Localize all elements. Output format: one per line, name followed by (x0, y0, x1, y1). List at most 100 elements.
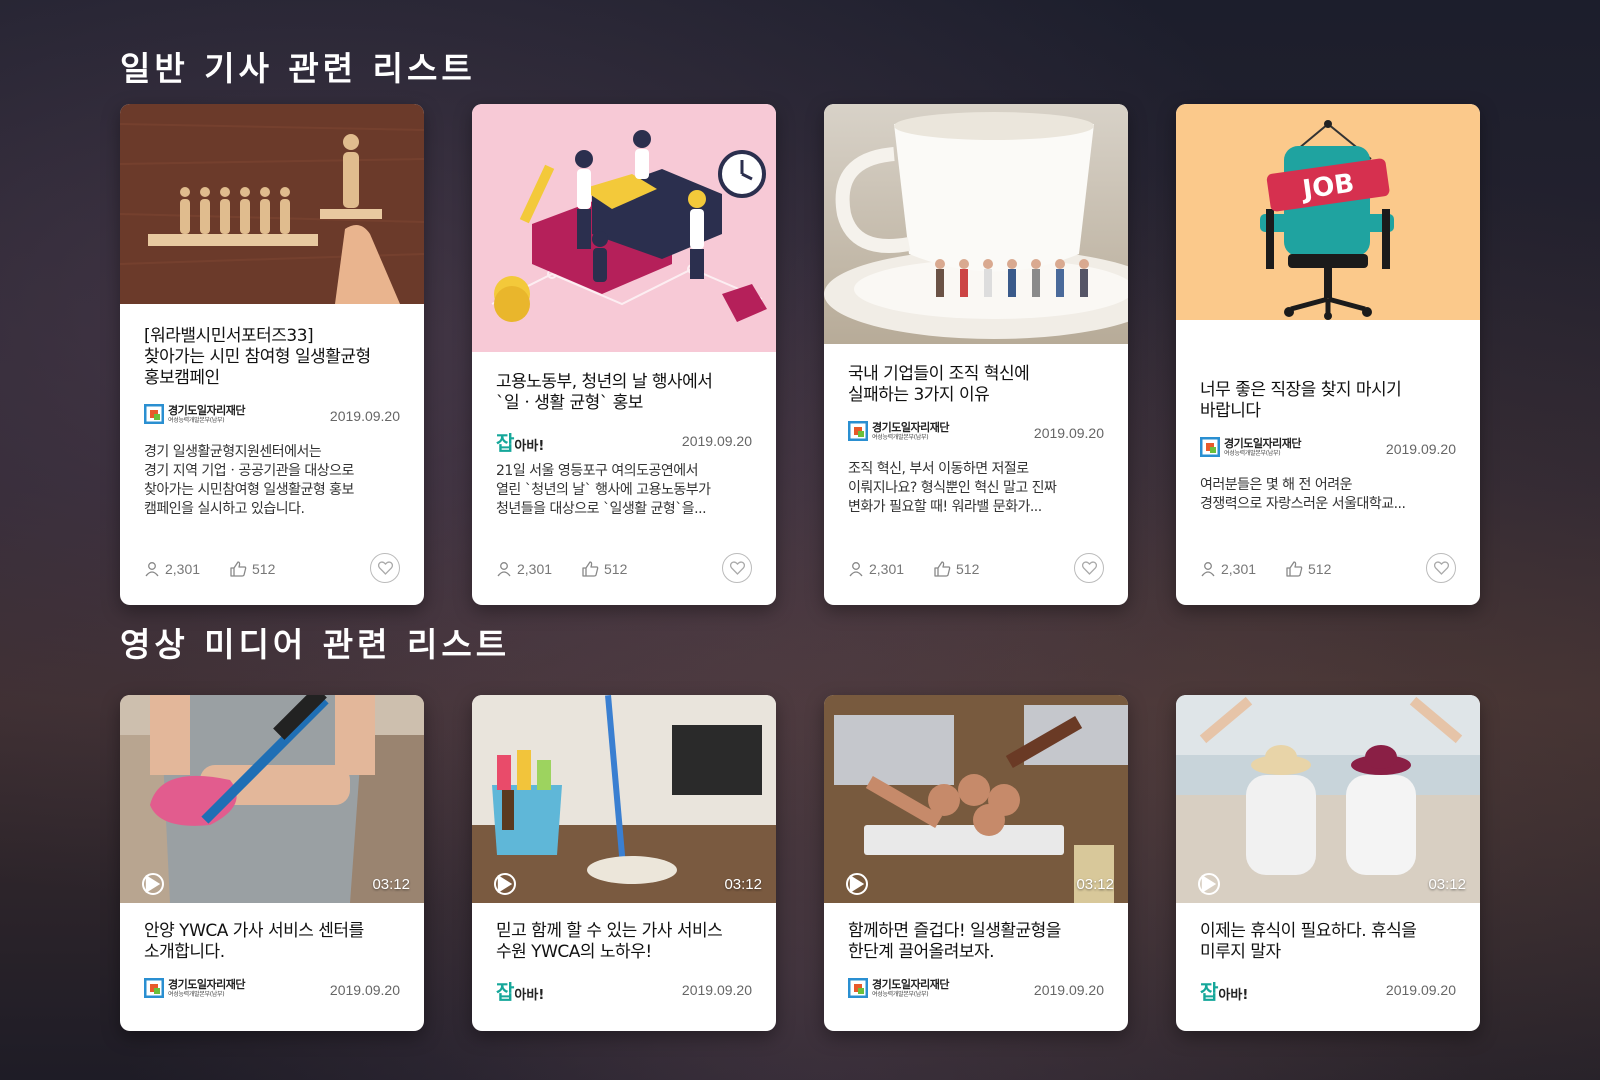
logo-mark-icon (144, 404, 164, 424)
video-title[interactable]: 안양 YWCA 가사 서비스 센터를 소개합니다. (144, 921, 400, 963)
article-thumbnail[interactable] (120, 104, 424, 304)
likes-stat: 512 (230, 561, 275, 577)
likes-stat: 512 (1286, 561, 1331, 577)
video-duration: 03:12 (372, 876, 410, 893)
favorite-button[interactable] (1074, 553, 1104, 583)
publisher-subname: 여성능력개발본부(남부) (872, 990, 929, 998)
article-meta: 잡아바! 2019.09.20 (496, 424, 752, 455)
article-meta: 경기도일자리재단 여성능력개발본부(남부) 2019.09.20 (144, 399, 400, 429)
views-count: 2,301 (869, 561, 905, 577)
article-thumbnail[interactable] (472, 104, 776, 352)
likes-count: 512 (1308, 561, 1332, 577)
publisher-logo: 잡아바! (496, 980, 545, 1004)
media-section-title: 영상 미디어 관련 리스트 (120, 625, 511, 664)
publisher-name: 경기도일자리재단 (168, 403, 245, 417)
likes-count: 512 (604, 561, 628, 577)
article-stats: 2,301 512 (848, 553, 1104, 585)
video-title[interactable]: 믿고 함께 할 수 있는 가사 서비스 수원 YWCA의 노하우! (496, 921, 752, 963)
thumbs-up-icon (1286, 561, 1303, 577)
publisher-logo: 경기도일자리재단 여성능력개발본부(남부) (144, 975, 245, 1001)
article-description: 조직 혁신, 부서 이동하면 저절로 이뤄지나요? 형식뿐인 혁신 말고 진짜 … (848, 461, 1057, 515)
video-meta: 경기도일자리재단 여성능력개발본부(남부) 2019.09.20 (144, 973, 400, 1003)
views-stat: 2,301 (144, 561, 200, 577)
video-card[interactable]: 03:12 함께하면 즐겁다! 일생활균형을 한단계 끌어올려보자. 경기도일자… (824, 695, 1128, 1031)
likes-count: 512 (956, 561, 980, 577)
play-button[interactable] (846, 873, 868, 895)
views-stat: 2,301 (848, 561, 904, 577)
logo-mark-icon (1200, 437, 1220, 457)
video-meta: 잡아바! 2019.09.20 (496, 973, 752, 1004)
publisher-logo: 잡아바! (1200, 980, 1249, 1004)
article-title[interactable]: 너무 좋은 직장을 찾지 마시기 바랍니다 (1200, 380, 1456, 422)
video-card[interactable]: 03:12 믿고 함께 할 수 있는 가사 서비스 수원 YWCA의 노하우! … (472, 695, 776, 1031)
video-meta: 잡아바! 2019.09.20 (1200, 973, 1456, 1004)
video-thumbnail[interactable]: 03:12 (120, 695, 424, 903)
user-icon (849, 562, 863, 577)
article-description: 여러분들은 몇 해 전 어려운 경쟁력으로 자랑스러운 서울대학교... (1200, 477, 1406, 512)
publisher-subname: 여성능력개발본부(남부) (872, 433, 929, 441)
video-title[interactable]: 이제는 휴식이 필요하다. 휴식을 미루지 말자 (1200, 921, 1456, 963)
article-title[interactable]: [워라밸시민서포터즈33] 찾아가는 시민 참여형 일생활균형 홍보캠페인 (144, 326, 400, 389)
video-title[interactable]: 함께하면 즐겁다! 일생활균형을 한단계 끌어올려보자. (848, 921, 1104, 963)
publisher-name: 경기도일자리재단 (168, 977, 245, 991)
likes-stat: 512 (582, 561, 627, 577)
publisher-subname: 여성능력개발본부(남부) (1224, 449, 1281, 457)
favorite-button[interactable] (370, 553, 400, 583)
article-title[interactable]: 국내 기업들이 조직 혁신에 실패하는 3가지 이유 (848, 364, 1104, 406)
likes-count: 512 (252, 561, 276, 577)
video-thumbnail[interactable]: 03:12 (824, 695, 1128, 903)
article-thumbnail[interactable] (824, 104, 1128, 344)
heart-icon (1433, 561, 1449, 575)
logo-mark-icon (848, 421, 868, 441)
video-duration: 03:12 (724, 876, 762, 893)
thumbs-up-icon (582, 561, 599, 577)
video-date: 2019.09.20 (1033, 982, 1104, 998)
video-card[interactable]: 03:12 이제는 휴식이 필요하다. 휴식을 미루지 말자 잡아바! 2019… (1176, 695, 1480, 1031)
publisher-subname: 여성능력개발본부(남부) (168, 416, 225, 424)
article-card[interactable]: 국내 기업들이 조직 혁신에 실패하는 3가지 이유 경기도일자리재단 여성능력개… (824, 104, 1128, 605)
publisher-logo: 경기도일자리재단 여성능력개발본부(남부) (144, 401, 245, 427)
video-thumbnail[interactable]: 03:12 (472, 695, 776, 903)
user-icon (497, 562, 511, 577)
play-button[interactable] (142, 873, 164, 895)
views-count: 2,301 (1221, 561, 1257, 577)
article-date: 2019.09.20 (1385, 441, 1456, 457)
article-title[interactable]: 고용노동부, 청년의 날 행사에서 `일ㆍ생활 균형` 홍보 (496, 372, 752, 414)
views-count: 2,301 (517, 561, 553, 577)
publisher-logo: 경기도일자리재단 여성능력개발본부(남부) (1200, 434, 1301, 460)
article-meta: 경기도일자리재단 여성능력개발본부(남부) 2019.09.20 (848, 416, 1104, 446)
views-count: 2,301 (165, 561, 201, 577)
video-duration: 03:12 (1428, 876, 1466, 893)
article-stats: 2,301 512 (1200, 553, 1456, 585)
article-card[interactable]: 고용노동부, 청년의 날 행사에서 `일ㆍ생활 균형` 홍보 잡아바! 2019… (472, 104, 776, 605)
video-thumbnail[interactable]: 03:12 (1176, 695, 1480, 903)
views-stat: 2,301 (1200, 561, 1256, 577)
article-description: 경기 일생활균형지원센터에서는 경기 지역 기업ㆍ공공기관을 대상으로 찾아가는… (144, 444, 354, 517)
play-button[interactable] (1198, 873, 1220, 895)
publisher-logo: 경기도일자리재단 여성능력개발본부(남부) (848, 975, 949, 1001)
favorite-button[interactable] (1426, 553, 1456, 583)
video-card[interactable]: 03:12 안양 YWCA 가사 서비스 센터를 소개합니다. 경기도일자리재단… (120, 695, 424, 1031)
article-card[interactable]: [워라밸시민서포터즈33] 찾아가는 시민 참여형 일생활균형 홍보캠페인 경기… (120, 104, 424, 605)
play-icon (145, 875, 161, 893)
article-date: 2019.09.20 (329, 408, 400, 424)
user-icon (145, 562, 159, 577)
favorite-button[interactable] (722, 553, 752, 583)
likes-stat: 512 (934, 561, 979, 577)
logo-mark-icon (144, 978, 164, 998)
play-button[interactable] (494, 873, 516, 895)
publisher-name: 경기도일자리재단 (872, 420, 949, 434)
heart-icon (377, 561, 393, 575)
video-date: 2019.09.20 (681, 982, 752, 998)
article-stats: 2,301 512 (144, 553, 400, 585)
publisher-logo: 잡아바! (496, 431, 545, 455)
thumbs-up-icon (934, 561, 951, 577)
play-icon (497, 875, 513, 893)
article-card[interactable]: JOB 너무 좋은 직장을 찾지 마시기 바랍니다 경기도일자리재단 여성능력개발… (1176, 104, 1480, 605)
article-date: 2019.09.20 (681, 433, 752, 449)
publisher-name: 경기도일자리재단 (872, 977, 949, 991)
article-meta: 경기도일자리재단 여성능력개발본부(남부) 2019.09.20 (1200, 432, 1456, 462)
article-thumbnail[interactable]: JOB (1176, 104, 1480, 320)
publisher-subname: 여성능력개발본부(남부) (168, 990, 225, 998)
video-date: 2019.09.20 (329, 982, 400, 998)
